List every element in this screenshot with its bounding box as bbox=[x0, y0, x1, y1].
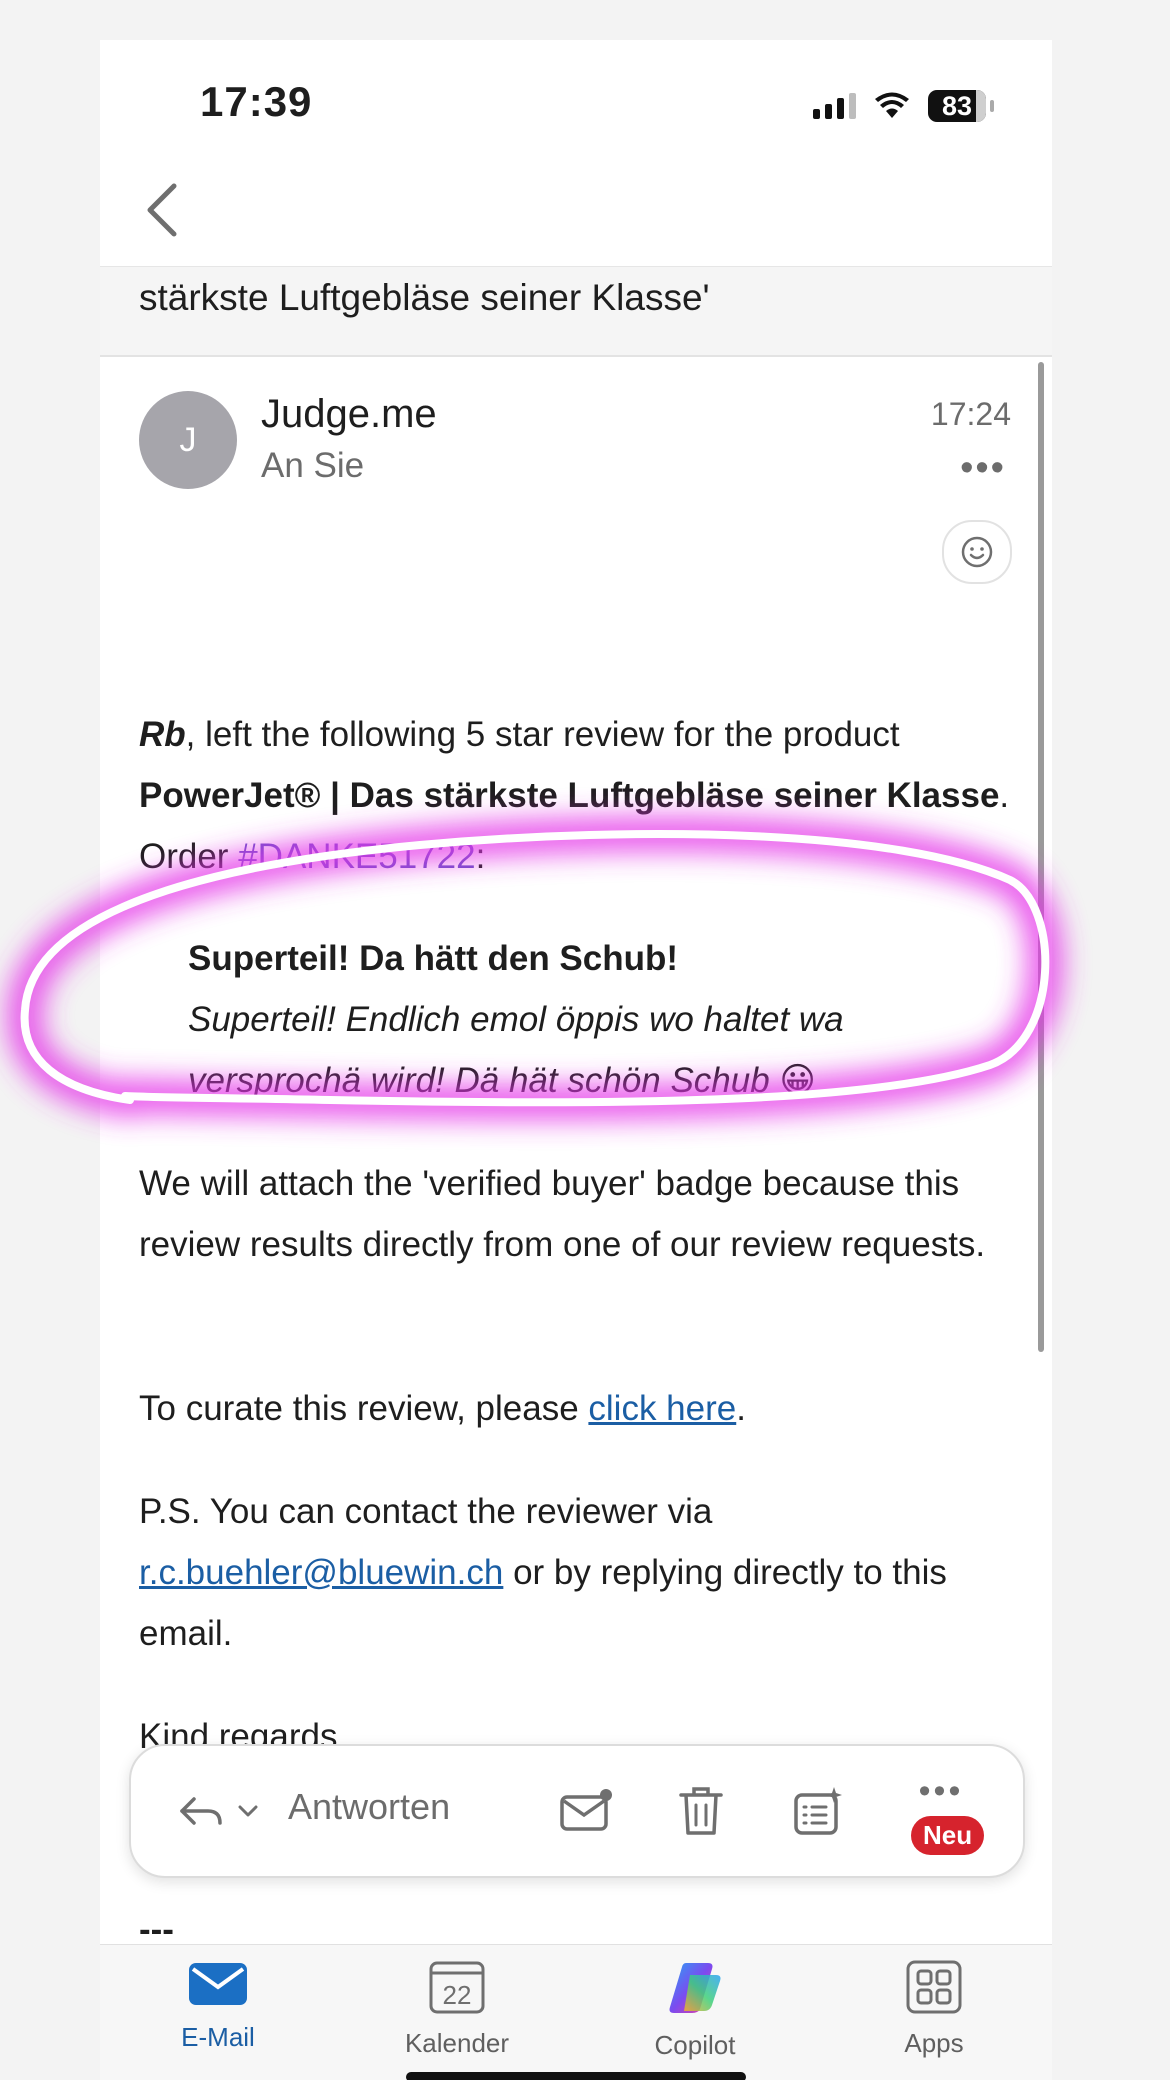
colon-text: : bbox=[475, 837, 486, 876]
tab-calendar-label: Kalender bbox=[404, 2028, 510, 2058]
battery-level: 83 bbox=[941, 90, 973, 121]
review-title: Superteil! Da hätt den Schub! bbox=[188, 939, 679, 978]
tab-apps-label: Apps bbox=[904, 2028, 964, 2058]
phone-screen: 17:39 83 stärkste Luftgebläse seiner Kla… bbox=[100, 40, 1052, 2080]
verified-paragraph: We will attach the 'verified buyer' badg… bbox=[139, 1164, 986, 1264]
click-here-link[interactable]: click here bbox=[588, 1389, 736, 1428]
sender-name[interactable]: Judge.me bbox=[261, 392, 437, 437]
wifi-icon bbox=[875, 92, 909, 118]
mark-unread-button[interactable] bbox=[551, 1746, 621, 1876]
tab-calendar[interactable]: 22 Kalender bbox=[367, 1959, 547, 2059]
battery-icon: 83 bbox=[928, 90, 994, 122]
copilot-icon bbox=[669, 1963, 721, 2013]
trash-icon bbox=[679, 1787, 723, 1835]
reviewer-email-link[interactable]: r.c.buehler@bluewin.ch bbox=[139, 1553, 503, 1592]
mail-unread-icon bbox=[560, 1789, 612, 1831]
status-icons: 83 bbox=[813, 90, 994, 122]
recipient-label[interactable]: An Sie bbox=[261, 446, 364, 486]
mail-icon bbox=[189, 1963, 247, 2005]
product-name: PowerJet® | Das stärkste Luftgebläse sei… bbox=[139, 776, 1000, 815]
back-chevron-icon[interactable] bbox=[140, 180, 184, 240]
order-link[interactable]: #DANKE51722 bbox=[238, 837, 475, 876]
calendar-icon: 22 bbox=[429, 1961, 485, 2014]
more-dots-icon: ••• bbox=[918, 1771, 964, 1810]
subject-header: stärkste Luftgebläse seiner Klasse' bbox=[100, 266, 1052, 357]
tab-email[interactable]: E-Mail bbox=[128, 1959, 308, 2053]
curate-paragraph: To curate this review, please click here… bbox=[139, 1378, 1019, 1439]
reply-label[interactable]: Antworten bbox=[288, 1786, 450, 1828]
avatar[interactable]: J bbox=[139, 391, 237, 489]
ai-list-icon bbox=[794, 1787, 842, 1835]
email-subject: stärkste Luftgebläse seiner Klasse' bbox=[139, 277, 710, 318]
period-text: . bbox=[736, 1389, 746, 1428]
curate-text: To curate this review, please bbox=[139, 1389, 589, 1428]
reply-arrow-icon bbox=[180, 1797, 258, 1825]
reply-button[interactable] bbox=[171, 1746, 271, 1876]
scrollbar[interactable] bbox=[1038, 362, 1044, 1352]
contact-paragraph: P.S. You can contact the reviewer via r.… bbox=[139, 1481, 1019, 1664]
tab-apps[interactable]: Apps bbox=[844, 1959, 1024, 2059]
apps-icon bbox=[906, 1960, 962, 2014]
calendar-day: 22 bbox=[443, 1980, 472, 2010]
contact-text: P.S. You can contact the reviewer via bbox=[139, 1492, 713, 1531]
more-options-button[interactable]: ••• bbox=[960, 449, 1006, 487]
bottom-tab-bar: E-Mail 22 Kalender Copilot Apps bbox=[100, 1944, 1052, 2080]
new-badge: Neu bbox=[911, 1816, 985, 1855]
delete-button[interactable] bbox=[666, 1746, 736, 1876]
review-quote: Superteil! Da hätt den Schub! Superteil!… bbox=[188, 928, 988, 1111]
received-time: 17:24 bbox=[930, 396, 1011, 432]
tab-copilot[interactable]: Copilot bbox=[605, 1959, 785, 2061]
intro-text: , left the following 5 star review for t… bbox=[185, 715, 900, 754]
react-button[interactable] bbox=[942, 520, 1012, 584]
cellular-signal-icon bbox=[813, 93, 856, 119]
summarize-button[interactable] bbox=[783, 1746, 853, 1876]
tab-copilot-label: Copilot bbox=[654, 2030, 736, 2060]
tab-email-label: E-Mail bbox=[181, 2022, 255, 2052]
intro-paragraph: Rb, left the following 5 star review for… bbox=[139, 704, 1019, 887]
home-indicator bbox=[406, 2072, 746, 2080]
reply-toolbar: Antworten ••• Neu bbox=[129, 1744, 1025, 1878]
reviewer-name: Rb bbox=[139, 715, 186, 754]
review-text: Superteil! Endlich emol öppis wo haltet … bbox=[188, 1000, 844, 1100]
smiley-icon bbox=[961, 536, 993, 568]
status-time: 17:39 bbox=[200, 78, 313, 125]
